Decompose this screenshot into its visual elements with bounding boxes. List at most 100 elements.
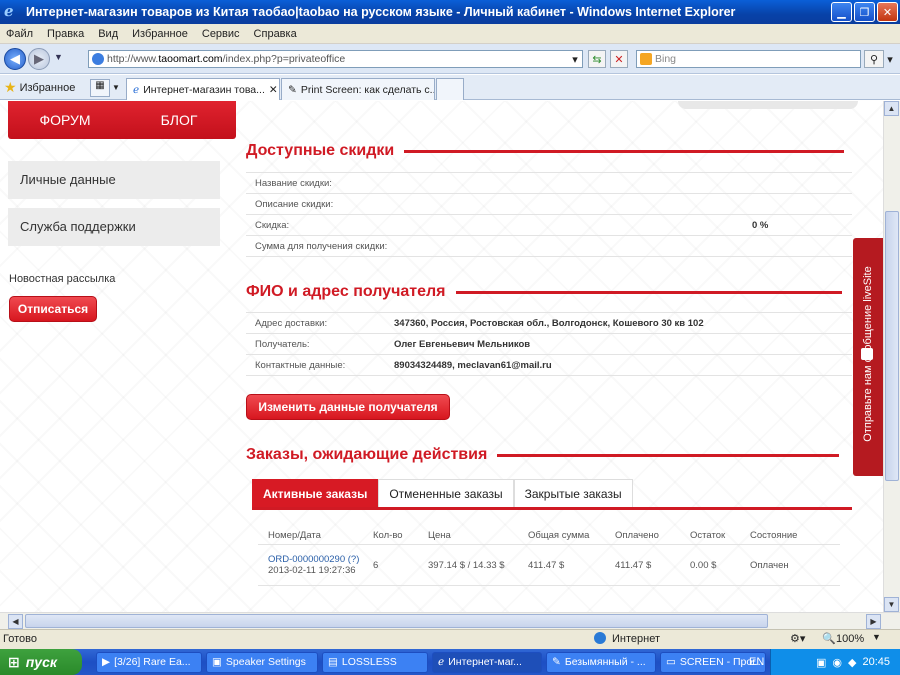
tab-cancelled-orders[interactable]: Отмененные заказы bbox=[378, 479, 514, 507]
status-bar: Готово Интернет ⚙▾ 🔍 100% ▼ bbox=[0, 629, 900, 649]
media-icon: ▶ bbox=[102, 656, 111, 668]
menu-file[interactable]: Файл bbox=[6, 28, 33, 40]
tab-close-icon[interactable]: ✕ bbox=[269, 84, 278, 96]
url-prefix: http://www. bbox=[107, 53, 159, 65]
paint-icon: ✎ bbox=[552, 656, 561, 668]
refresh-icon[interactable]: ⇆ bbox=[588, 50, 606, 68]
table-row: Адрес доставки: 347360, Россия, Ростовска… bbox=[246, 313, 852, 334]
stop-icon[interactable]: ✕ bbox=[610, 50, 628, 68]
unsubscribe-button[interactable]: Отписаться bbox=[9, 296, 97, 322]
table-row: Контактные данные: 89034324489, meclavan6… bbox=[246, 355, 852, 376]
recipient-title: ФИО и адрес получателя bbox=[246, 283, 842, 301]
sidebar-item-support[interactable]: Служба поддержки bbox=[8, 208, 220, 246]
quick-tabs-icon[interactable]: ▦ bbox=[90, 79, 110, 97]
menu-favorites[interactable]: Избранное bbox=[132, 28, 188, 40]
row-value: 0 % bbox=[752, 219, 769, 231]
table-row: Получатель: Олег Евгеньевич Мельников bbox=[246, 334, 852, 355]
tray-app-icon[interactable]: ◆ bbox=[848, 656, 856, 669]
tab-bar: ★ Избранное ▦ ▼ ℯ Интернет-магазин това.… bbox=[0, 75, 900, 100]
row-label: Описание скидки: bbox=[255, 198, 334, 210]
tabs-underline bbox=[252, 507, 852, 510]
recipient-title-text: ФИО и адрес получателя bbox=[246, 283, 446, 300]
task-ie[interactable]: ℯ Интернет-маг... bbox=[432, 651, 542, 673]
new-tab-button[interactable] bbox=[436, 78, 464, 100]
vertical-scrollbar[interactable]: ▲ ▼ bbox=[883, 101, 900, 612]
search-icon[interactable]: ⚲ bbox=[864, 50, 884, 68]
forum-link[interactable]: ФОРУМ bbox=[8, 112, 122, 128]
menu-view[interactable]: Вид bbox=[98, 28, 118, 40]
task-label: Интернет-маг... bbox=[448, 656, 522, 668]
newsletter-label: Новостная рассылка bbox=[9, 273, 116, 285]
column-header: Цена bbox=[428, 530, 451, 541]
maximize-button[interactable]: ❐ bbox=[854, 2, 875, 22]
ie-icon: ℯ bbox=[4, 3, 14, 20]
title-divider bbox=[497, 453, 840, 457]
menu-edit[interactable]: Правка bbox=[47, 28, 84, 40]
scroll-left-icon[interactable]: ◀ bbox=[8, 614, 23, 629]
order-rest: 0.00 $ bbox=[690, 559, 717, 571]
zoom-level[interactable]: 100% bbox=[836, 633, 864, 645]
edit-recipient-button[interactable]: Изменить данные получателя bbox=[246, 394, 450, 420]
forward-button[interactable]: ▶ bbox=[28, 48, 50, 70]
zoom-dropdown-icon[interactable]: ▼ bbox=[872, 632, 881, 642]
status-text: Готово bbox=[3, 633, 37, 645]
close-button[interactable]: ✕ bbox=[877, 2, 898, 22]
search-options-icon[interactable]: ▾ bbox=[884, 50, 896, 68]
tab-taoomart[interactable]: ℯ Интернет-магазин това... ✕ bbox=[126, 78, 280, 100]
tab-closed-orders[interactable]: Закрытые заказы bbox=[513, 479, 633, 507]
favorites-button[interactable]: ★ Избранное bbox=[4, 79, 75, 96]
tab-active-orders[interactable]: Активные заказы bbox=[252, 479, 379, 507]
page-tab-icon: ✎ bbox=[288, 83, 297, 96]
column-header: Остаток bbox=[690, 530, 726, 541]
task-lossless[interactable]: ▤ LOSSLESS bbox=[322, 651, 428, 673]
system-tray: EN ▣ ◉ ◆ 20:45 bbox=[749, 649, 900, 675]
back-button[interactable]: ◀ bbox=[4, 48, 26, 70]
scroll-right-icon[interactable]: ▶ bbox=[866, 614, 881, 629]
scroll-down-icon[interactable]: ▼ bbox=[884, 597, 899, 612]
blog-link[interactable]: БЛОГ bbox=[122, 112, 236, 128]
task-winamp[interactable]: ▶ [3/26] Rare Ea... bbox=[96, 651, 202, 673]
tab-label: Print Screen: как сделать с... bbox=[300, 83, 435, 96]
order-number-cell: ORD-0000000290 (?) 2013-02-11 19:27:36 bbox=[258, 554, 373, 576]
bing-icon bbox=[640, 53, 652, 65]
discounts-table: Название скидки: Описание скидки: Скидка… bbox=[246, 172, 852, 257]
task-paint[interactable]: ✎ Безымянный - ... bbox=[546, 651, 656, 673]
url-dropdown-icon[interactable]: ▾ bbox=[568, 50, 582, 68]
url-input[interactable]: http://www.taoomart.com/index.php?p=priv… bbox=[88, 50, 583, 68]
order-help-link[interactable]: (?) bbox=[348, 554, 360, 565]
taskbar: ⊞ пуск ▶ [3/26] Rare Ea... ▣ Speaker Setti… bbox=[0, 649, 900, 675]
sidebar-item-personal[interactable]: Личные данные bbox=[8, 161, 220, 199]
scrollbar-thumb[interactable] bbox=[25, 614, 768, 628]
tab-label: Интернет-магазин това... bbox=[143, 83, 265, 96]
row-divider bbox=[258, 585, 840, 586]
horizontal-scrollbar[interactable]: ◀ ▶ bbox=[0, 612, 900, 629]
security-zone: Интернет bbox=[612, 633, 660, 645]
language-indicator[interactable]: EN bbox=[749, 656, 764, 668]
order-link[interactable]: ORD-0000000290 bbox=[268, 554, 345, 565]
volume-icon[interactable]: ◉ bbox=[832, 656, 842, 669]
menu-help[interactable]: Справка bbox=[254, 28, 297, 40]
start-button[interactable]: ⊞ пуск bbox=[0, 649, 82, 675]
protected-mode-icon[interactable]: ⚙▾ bbox=[790, 632, 805, 645]
row-label: Скидка: bbox=[255, 219, 290, 231]
minimize-button[interactable]: ▁ bbox=[831, 2, 852, 22]
search-input[interactable]: Bing bbox=[636, 50, 861, 68]
network-icon[interactable]: ▣ bbox=[816, 656, 826, 669]
livesite-feedback-tab[interactable]: Отправьте нам сообщение liveSite bbox=[853, 238, 883, 476]
column-header: Оплачено bbox=[615, 530, 659, 541]
tab-list-dropdown-icon[interactable]: ▼ bbox=[112, 79, 124, 97]
column-header: Номер/Дата bbox=[268, 530, 321, 541]
row-value: Олег Евгеньевич Мельников bbox=[394, 338, 531, 350]
livesite-icon bbox=[861, 348, 873, 360]
table-row: Сумма для получения скидки: bbox=[246, 236, 852, 257]
tab-print-screen[interactable]: ✎ Print Screen: как сделать с... bbox=[281, 78, 435, 100]
row-label: Сумма для получения скидки: bbox=[255, 240, 388, 252]
site-menu: ФОРУМ БЛОГ bbox=[8, 101, 236, 139]
scroll-up-icon[interactable]: ▲ bbox=[884, 101, 899, 116]
menu-tools[interactable]: Сервис bbox=[202, 28, 240, 40]
zoom-icon[interactable]: 🔍 bbox=[822, 632, 836, 645]
task-speaker-settings[interactable]: ▣ Speaker Settings bbox=[206, 651, 318, 673]
history-dropdown-icon[interactable]: ▼ bbox=[54, 52, 63, 62]
scrollbar-thumb[interactable] bbox=[885, 211, 899, 481]
page-icon bbox=[92, 53, 104, 65]
